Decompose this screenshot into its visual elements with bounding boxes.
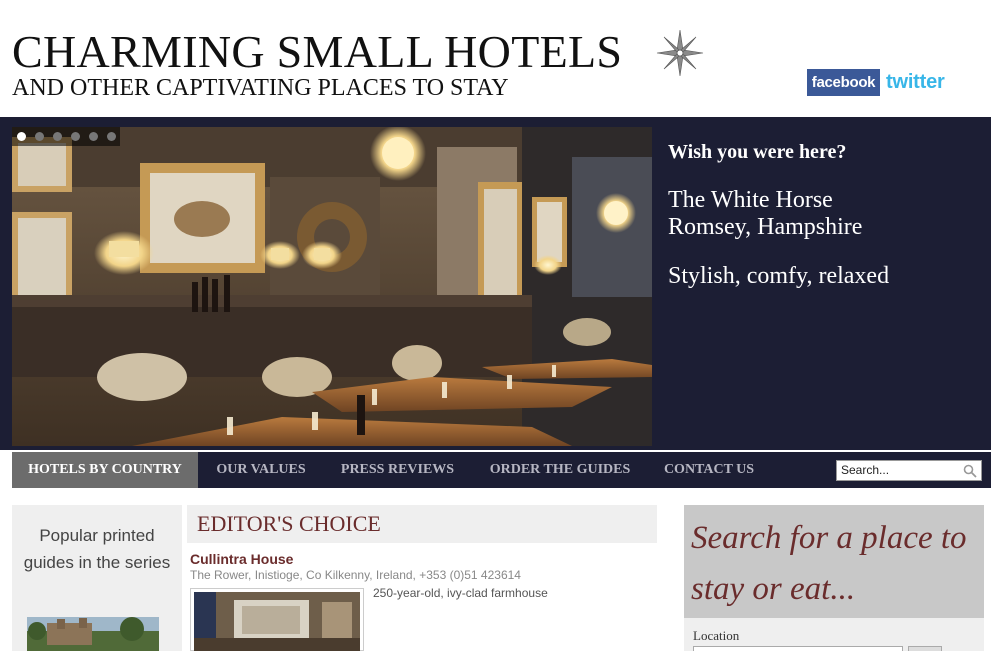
- featured-hotel-photo[interactable]: [194, 592, 360, 651]
- hero-location: Romsey, Hampshire: [668, 214, 863, 240]
- nav-contact-us[interactable]: CONTACT US: [654, 452, 764, 488]
- search-icon[interactable]: [963, 464, 977, 478]
- slider-dot-1[interactable]: [17, 132, 26, 141]
- slider-dot-6[interactable]: [107, 132, 116, 141]
- hero-image[interactable]: [12, 127, 652, 446]
- twitter-link[interactable]: twitter: [886, 67, 970, 97]
- nav-order-the-guides[interactable]: ORDER THE GUIDES: [478, 452, 642, 488]
- featured-hotel-name[interactable]: Cullintra House: [190, 550, 293, 568]
- popular-guides-text: Popular printed guides in the series: [23, 526, 171, 572]
- slider-dot-4[interactable]: [71, 132, 80, 141]
- hero-kicker: Wish you were here?: [668, 141, 847, 163]
- editors-choice-heading: EDITOR'S CHOICE: [197, 511, 381, 536]
- search-input[interactable]: Search...: [836, 460, 982, 481]
- slider-dot-2[interactable]: [35, 132, 44, 141]
- hero-description: Stylish, comfy, relaxed: [668, 263, 890, 289]
- slider-dot-5[interactable]: [89, 132, 98, 141]
- nav-hotels-by-country[interactable]: HOTELS BY COUNTRY: [12, 452, 198, 488]
- site-tagline: AND OTHER CAPTIVATING PLACES TO STAY: [12, 75, 509, 101]
- slider-dot-3[interactable]: [53, 132, 62, 141]
- nav-our-values[interactable]: OUR VALUES: [202, 452, 320, 488]
- location-dropdown[interactable]: [908, 646, 942, 651]
- hero-hotel-name[interactable]: The White Horse: [668, 186, 833, 214]
- featured-hotel-description: 250-year-old, ivy-clad farmhouse: [373, 586, 548, 600]
- location-field[interactable]: [693, 646, 903, 651]
- featured-hotel-address: The Rower, Inistioge, Co Kilkenny, Irela…: [190, 568, 521, 582]
- site-title[interactable]: CHARMING SMALL HOTELS: [12, 26, 622, 78]
- location-label: Location: [693, 628, 740, 643]
- search-input-text[interactable]: Search...: [841, 461, 889, 480]
- nav-press-reviews[interactable]: PRESS REVIEWS: [330, 452, 465, 488]
- facebook-link[interactable]: facebook: [807, 69, 880, 96]
- place-search-title: Search for a place to stay or eat...: [691, 520, 967, 607]
- compass-rose-icon: [656, 29, 704, 77]
- slider-dots: [12, 127, 120, 146]
- guide-book-thumbnail[interactable]: [27, 617, 159, 651]
